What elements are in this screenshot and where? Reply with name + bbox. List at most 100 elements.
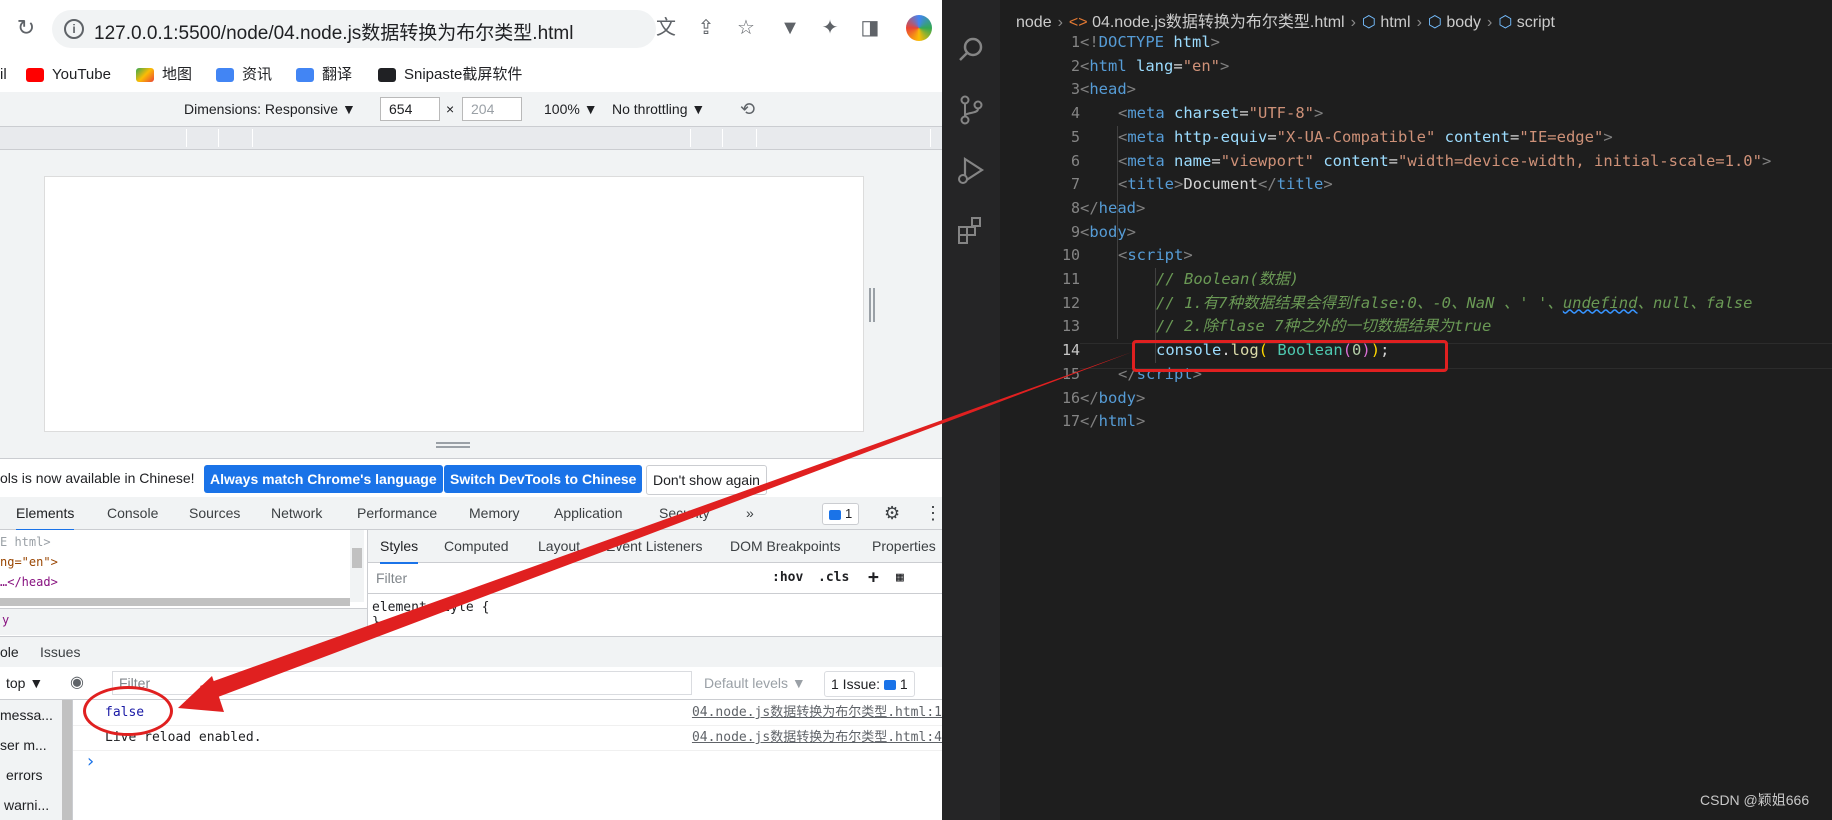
subtab-computed[interactable]: Computed	[444, 530, 509, 562]
extensions-puzzle-icon[interactable]: ✦	[816, 14, 844, 42]
bookmark-maps[interactable]: 地图	[136, 58, 192, 92]
sidebar-item-user-messages[interactable]: ser m...	[0, 730, 47, 760]
bookmark-translate[interactable]: 翻译	[296, 58, 352, 92]
subtab-properties[interactable]: Properties	[872, 530, 936, 562]
breadcrumb-script[interactable]: script	[1517, 14, 1555, 31]
issues-badge[interactable]: 1	[822, 503, 860, 525]
console-source-link[interactable]: 04.node.js数据转换为布尔类型.html:4	[692, 725, 942, 750]
throttling-dropdown[interactable]: No throttling ▼	[612, 92, 705, 126]
bookmark-star-icon[interactable]: ☆	[732, 14, 760, 42]
address-bar[interactable]: i 127.0.0.1:5500/node/04.node.js数据转换为布尔类…	[52, 10, 656, 48]
code-line[interactable]: <title>Document</title>	[1118, 173, 1333, 197]
page-viewport[interactable]	[44, 176, 864, 432]
tab-application[interactable]: Application	[554, 497, 623, 529]
bookmark-youtube[interactable]: YouTube	[26, 58, 111, 92]
breadcrumb-folder[interactable]: node	[1016, 14, 1052, 31]
code-line[interactable]: <!DOCTYPE html>	[1080, 31, 1220, 55]
more-options-icon[interactable]: ⋮	[924, 497, 942, 529]
context-selector[interactable]: top ▼	[6, 667, 43, 699]
drawer-tab-issues[interactable]: Issues	[40, 637, 80, 667]
viewport-width-input[interactable]: 654	[380, 97, 440, 121]
code-line[interactable]: <meta http-equiv="X-UA-Compatible" conte…	[1118, 126, 1613, 150]
subtab-dom-breakpoints[interactable]: DOM Breakpoints	[730, 530, 840, 562]
run-debug-icon[interactable]	[953, 152, 989, 188]
share-icon[interactable]: ⇪	[692, 14, 720, 42]
code-line[interactable]: </html>	[1080, 410, 1145, 434]
console-prompt[interactable]: ›	[85, 750, 96, 774]
tab-memory[interactable]: Memory	[469, 497, 520, 529]
console-source-link[interactable]: 04.node.js数据转换为布尔类型.html:1	[692, 700, 942, 725]
extensions-icon[interactable]	[953, 212, 989, 248]
drawer-tab-console[interactable]: ole	[0, 637, 19, 669]
code-line[interactable]: <body>	[1080, 221, 1136, 245]
resize-handle-right[interactable]	[869, 288, 875, 322]
code-line[interactable]: <html lang="en">	[1080, 55, 1229, 79]
code-line[interactable]: </body>	[1080, 387, 1145, 411]
elements-scroll-thumb[interactable]	[352, 548, 362, 568]
dom-node[interactable]: ng="en">	[0, 552, 58, 572]
resize-handle-bottom[interactable]	[436, 442, 470, 448]
code-line[interactable]: </head>	[1080, 197, 1145, 221]
sidebar-item-warnings[interactable]: warni...	[4, 790, 49, 820]
media-query-bar[interactable]	[0, 127, 942, 150]
subtab-layout[interactable]: Layout	[538, 530, 580, 562]
element-style-rule[interactable]: element.style {}	[372, 600, 489, 630]
profile-avatar[interactable]	[906, 15, 932, 41]
code-line[interactable]: // 1.有7种数据结果会得到false:0、-0、NaN 、' '、undef…	[1156, 292, 1752, 316]
sidebar-item-errors[interactable]: errors	[6, 760, 43, 790]
eye-icon[interactable]: ◉	[70, 667, 84, 699]
dont-show-again-button[interactable]: Don't show again	[646, 465, 767, 495]
tab-elements[interactable]: Elements	[16, 497, 75, 531]
tab-console[interactable]: Console	[107, 497, 158, 529]
elements-hscrollbar[interactable]	[0, 598, 350, 606]
reload-icon[interactable]: ↻	[12, 14, 40, 42]
console-filter-input[interactable]: Filter	[112, 671, 692, 695]
viewport-height-input[interactable]: 204	[462, 97, 522, 121]
code-line[interactable]: <script>	[1118, 244, 1193, 268]
add-rule-icon[interactable]: +	[868, 563, 879, 593]
dom-node[interactable]: E html>	[0, 532, 51, 552]
tab-security[interactable]: Security	[659, 497, 710, 529]
issues-summary-button[interactable]: 1 Issue: 1	[824, 671, 915, 697]
subtab-styles[interactable]: Styles	[380, 530, 419, 564]
tab-network[interactable]: Network	[271, 497, 322, 529]
sidebar-item-messages[interactable]: messa...	[0, 700, 53, 730]
hover-state-toggle[interactable]: :hov	[772, 563, 803, 593]
sidebar-scrollbar[interactable]	[62, 700, 72, 820]
code-line[interactable]: <head>	[1080, 78, 1136, 102]
breadcrumb-html[interactable]: html	[1380, 14, 1410, 31]
extension-vue-icon[interactable]: ▼	[776, 14, 804, 42]
code-line[interactable]: // 2.除flase 7种之外的一切数据结果为true	[1156, 315, 1491, 339]
paint-icon[interactable]: ▦	[896, 563, 904, 593]
switch-language-button[interactable]: Switch DevTools to Chinese	[444, 465, 643, 493]
code-line[interactable]: <meta charset="UTF-8">	[1118, 102, 1323, 126]
tab-performance[interactable]: Performance	[357, 497, 437, 529]
url-text[interactable]: 127.0.0.1:5500/node/04.node.js数据转换为布尔类型.…	[94, 18, 573, 45]
breadcrumb-body[interactable]: y	[2, 613, 9, 627]
tab-sources[interactable]: Sources	[189, 497, 240, 529]
dom-node[interactable]: …</head>	[0, 572, 58, 592]
bookmark-news[interactable]: 资讯	[216, 58, 272, 92]
side-panel-icon[interactable]: ◨	[856, 14, 884, 42]
code-line[interactable]: // Boolean(数据)	[1156, 268, 1299, 292]
breadcrumb-file[interactable]: 04.node.js数据转换为布尔类型.html	[1092, 14, 1345, 31]
console-message[interactable]: false 04.node.js数据转换为布尔类型.html:1	[73, 700, 942, 726]
translate-icon[interactable]: 文	[652, 14, 680, 42]
console-message[interactable]: Live reload enabled. 04.node.js数据转换为布尔类型…	[73, 725, 942, 751]
more-tabs-icon[interactable]: »	[746, 497, 754, 529]
class-toggle[interactable]: .cls	[818, 563, 849, 593]
breadcrumb-body[interactable]: body	[1446, 14, 1481, 31]
log-levels-dropdown[interactable]: Default levels ▼	[704, 667, 806, 699]
match-language-button[interactable]: Always match Chrome's language	[204, 465, 443, 493]
bookmark-snipaste[interactable]: Snipaste截屏软件	[378, 58, 522, 92]
zoom-dropdown[interactable]: 100% ▼	[544, 92, 598, 126]
styles-filter-input[interactable]: Filter	[372, 566, 764, 590]
code-line[interactable]: <meta name="viewport" content="width=dev…	[1118, 150, 1771, 174]
subtab-event-listeners[interactable]: Event Listeners	[606, 530, 703, 562]
code-editor[interactable]: <!DOCTYPE html> <html lang="en"> <head> <me…	[1080, 31, 1832, 451]
source-control-icon[interactable]	[953, 92, 989, 128]
settings-gear-icon[interactable]: ⚙	[884, 497, 900, 529]
bookmark-item[interactable]: il	[0, 58, 7, 92]
rotate-icon[interactable]: ⟲	[740, 92, 755, 126]
dimensions-dropdown[interactable]: Dimensions: Responsive ▼	[184, 92, 356, 126]
